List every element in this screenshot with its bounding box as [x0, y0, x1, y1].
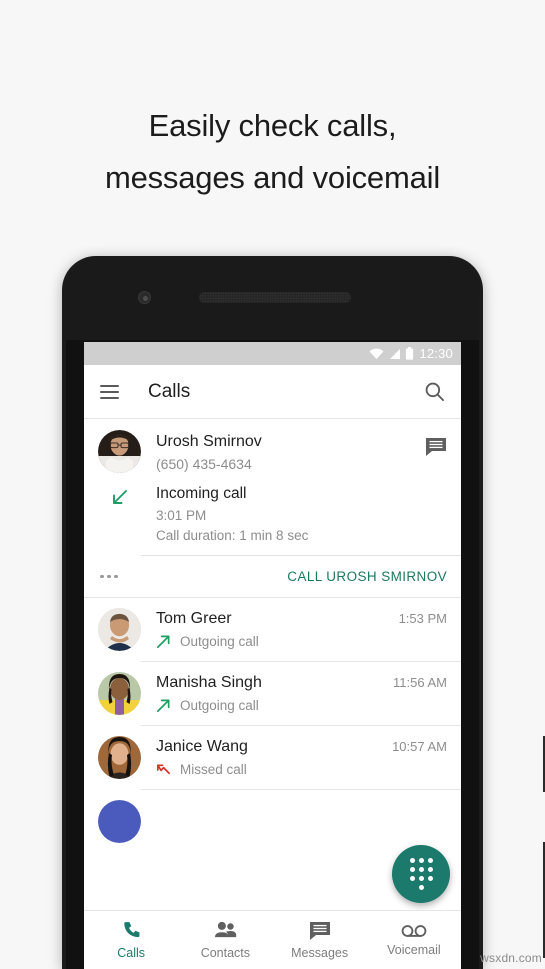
message-icon[interactable] [425, 437, 447, 457]
tab-contacts[interactable]: Contacts [178, 920, 272, 960]
status-bar-clock: 12:30 [419, 346, 453, 361]
headline-line-1: Easily check calls, [148, 108, 397, 143]
tab-calls[interactable]: Calls [84, 920, 178, 960]
signal-icon [390, 348, 401, 359]
contact-avatar [98, 672, 141, 715]
table-row[interactable]: Tom Greer Outgoing call 1:53 PM [84, 598, 461, 661]
call-contact-button[interactable]: CALL UROSH SMIRNOV [287, 569, 447, 584]
table-row[interactable]: Manisha Singh Outgoing call 11:56 AM [84, 662, 461, 725]
tab-label: Calls [117, 946, 146, 960]
bottom-navigation-bar: Calls Contacts Messages Voicemail [84, 910, 461, 969]
message-icon [309, 921, 330, 940]
phone-bezel: 12:30 Calls Urosh Smirnov (650) 435-4634… [66, 260, 479, 969]
tab-label: Contacts [200, 946, 251, 960]
call-type-label: Outgoing call [180, 634, 259, 649]
outgoing-call-arrow-icon [157, 699, 170, 712]
contact-avatar [98, 800, 141, 843]
phone-device-mockup: 12:30 Calls Urosh Smirnov (650) 435-4634… [62, 256, 545, 969]
status-bar: 12:30 [84, 342, 461, 365]
table-row[interactable]: Janice Wang Missed call 10:57 AM [84, 726, 461, 789]
contact-avatar [98, 736, 141, 779]
earpiece-speaker [199, 292, 351, 303]
expanded-call-identity: Urosh Smirnov (650) 435-4634 [156, 430, 425, 472]
page-title: Easily check calls, messages and voicema… [0, 100, 545, 204]
call-type-label: Incoming call [156, 485, 247, 502]
app-bar: Calls [84, 365, 461, 418]
call-type-label: Missed call [180, 762, 247, 777]
call-time-label: 3:01 PM [156, 508, 207, 523]
dialpad-icon [409, 858, 433, 890]
incoming-call-arrow-icon [98, 485, 141, 543]
more-options-icon[interactable] [100, 574, 118, 579]
tab-label: Messages [291, 945, 349, 960]
call-time-label: 11:56 AM [393, 675, 447, 690]
contact-phone-number: (650) 435-4634 [156, 456, 252, 472]
front-camera-icon [138, 291, 151, 304]
people-icon [214, 921, 237, 938]
expanded-call-detail: Incoming call 3:01 PM Call duration: 1 m… [84, 481, 461, 555]
battery-icon [406, 347, 414, 360]
missed-call-arrow-icon [157, 764, 170, 775]
contact-name: Manisha Singh [156, 674, 262, 691]
call-duration-label: Call duration: 1 min 8 sec [156, 528, 309, 543]
expanded-call-card[interactable]: Urosh Smirnov (650) 435-4634 Incoming ca… [84, 419, 461, 597]
dialpad-fab-button[interactable] [392, 845, 450, 903]
watermark: wsxdn.com [480, 951, 542, 965]
contact-name [156, 801, 447, 821]
contact-avatar [98, 430, 141, 473]
contact-name: Janice Wang [156, 738, 248, 755]
app-bar-title: Calls [148, 380, 191, 402]
status-bar-icons [369, 347, 414, 360]
outgoing-call-arrow-icon [157, 635, 170, 648]
contact-name: Tom Greer [156, 610, 232, 627]
tab-label: Voicemail [387, 942, 441, 957]
table-row-partial[interactable] [84, 790, 461, 853]
contact-avatar [98, 608, 141, 651]
expanded-call-actions: CALL UROSH SMIRNOV [84, 556, 461, 597]
tab-messages[interactable]: Messages [273, 921, 367, 960]
expanded-call-header[interactable]: Urosh Smirnov (650) 435-4634 [84, 419, 461, 481]
headline-line-2: messages and voicemail [104, 160, 441, 195]
voicemail-icon [401, 924, 427, 937]
wifi-icon [370, 348, 384, 359]
call-type-label: Outgoing call [180, 698, 259, 713]
phone-top-bezel [66, 260, 479, 340]
promo-screenshot: Easily check calls, messages and voicema… [0, 0, 545, 969]
hamburger-menu-icon[interactable] [100, 384, 119, 399]
search-icon[interactable] [424, 381, 445, 402]
phone-icon [123, 922, 140, 938]
call-time-label: 1:53 PM [398, 611, 447, 626]
contact-name: Urosh Smirnov [156, 433, 262, 450]
call-time-label: 10:57 AM [392, 739, 447, 754]
tab-voicemail[interactable]: Voicemail [367, 924, 461, 957]
phone-screen: 12:30 Calls Urosh Smirnov (650) 435-4634… [84, 342, 461, 969]
